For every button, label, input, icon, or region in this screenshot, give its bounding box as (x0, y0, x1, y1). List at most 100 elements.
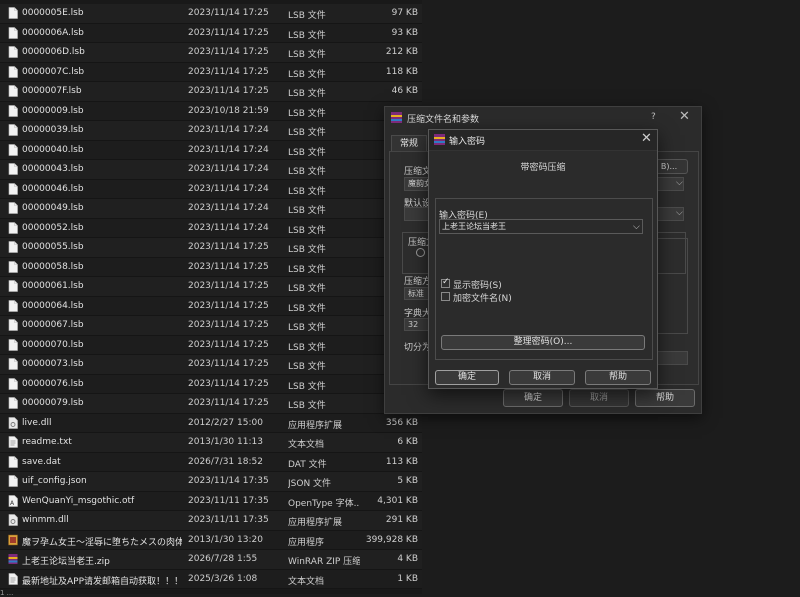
file-type: OpenType 字体... (288, 498, 360, 509)
file-row[interactable]: live.dll 2012/2/27 15:00 应用程序扩展 356 KB (0, 413, 422, 433)
file-row[interactable]: 0000005E.lsb 2023/11/14 17:25 LSB 文件 97 KB (0, 4, 422, 24)
tab-general[interactable]: 常规 (391, 135, 427, 152)
file-icon (8, 221, 18, 234)
file-type: LSB 文件 (288, 89, 326, 99)
split-volumes-label: 切分为 (404, 343, 432, 353)
file-row[interactable]: 00000067.lsb 2023/11/14 17:25 LSB 文件 (0, 316, 422, 336)
file-name: 00000055.lsb (22, 242, 84, 252)
file-row[interactable]: 上老王论坛当老王.zip 2026/7/28 1:55 WinRAR ZIP 压缩.… (0, 550, 422, 570)
file-row[interactable]: 00000079.lsb 2023/11/14 17:25 LSB 文件 (0, 394, 422, 414)
font-file-icon: A (8, 494, 18, 507)
file-row[interactable]: 00000073.lsb 2023/11/14 17:25 LSB 文件 (0, 355, 422, 375)
file-name: winmm.dll (22, 515, 69, 525)
password-help-button[interactable]: 帮助 (585, 370, 651, 385)
file-type: LSB 文件 (288, 147, 326, 158)
file-size: 113 KB (385, 456, 418, 467)
archive-dialog-titlebar[interactable]: 压缩文件名和参数 ? ✕ (385, 107, 701, 129)
file-row[interactable]: 00000009.lsb 2023/10/18 21:59 LSB 文件 (0, 101, 422, 121)
archive-help-button[interactable]: 帮助 (635, 389, 695, 407)
file-size: 118 KB (385, 66, 418, 77)
file-type: 应用程序扩展 (288, 518, 343, 528)
file-icon (8, 202, 18, 214)
file-name: 00000039.lsb (22, 125, 84, 135)
file-date: 2025/3/26 1:08 (188, 573, 258, 584)
file-name: live.dll (22, 417, 52, 428)
file-row[interactable]: 00000055.lsb 2023/11/14 17:25 LSB 文件 (0, 238, 422, 258)
file-row[interactable]: uif_config.json 2023/11/14 17:35 JSON 文件 5 … (0, 472, 422, 492)
file-row[interactable]: 00000040.lsb 2023/11/14 17:24 LSB 文件 (0, 140, 422, 160)
file-type: LSB 文件 (288, 225, 326, 236)
file-size: 4,301 KB (377, 495, 418, 506)
file-name: 00000058.lsb (22, 261, 84, 272)
file-row[interactable]: 00000061.lsb 2023/11/14 17:25 LSB 文件 (0, 277, 422, 297)
format-radio[interactable] (416, 248, 425, 257)
file-date: 2013/1/30 11:13 (188, 437, 263, 447)
compression-method-select[interactable]: 标准 (404, 287, 430, 300)
password-ok-button[interactable]: 确定 (435, 370, 499, 385)
file-date: 2026/7/28 1:55 (188, 554, 258, 564)
file-type: 应用程序扩展 (288, 420, 343, 431)
file-icon (8, 182, 18, 195)
file-row[interactable]: 00000070.lsb 2023/11/14 17:25 LSB 文件 (0, 335, 422, 355)
file-row[interactable]: 0000006D.lsb 2023/11/14 17:25 LSB 文件 212 KB (0, 43, 422, 63)
file-row[interactable]: 00000046.lsb 2023/11/14 17:24 LSB 文件 (0, 179, 422, 199)
file-icon (8, 358, 18, 370)
file-type: LSB 文件 (288, 323, 326, 333)
archive-cancel-button[interactable]: 取消 (569, 389, 629, 407)
file-row[interactable]: 0000006A.lsb 2023/11/14 17:25 LSB 文件 93 KB (0, 23, 422, 43)
chevron-down-icon[interactable]: ⌵ (676, 208, 683, 218)
file-row[interactable]: 00000052.lsb 2023/11/14 17:24 LSB 文件 (0, 218, 422, 238)
file-name: 0000006A.lsb (22, 27, 84, 38)
file-row[interactable]: 0000007F.lsb 2023/11/14 17:25 LSB 文件 46 KB (0, 82, 422, 102)
file-row[interactable]: winmm.dll 2023/11/11 17:35 应用程序扩展 291 KB (0, 511, 422, 531)
file-row[interactable]: 00000058.lsb 2023/11/14 17:25 LSB 文件 (0, 257, 422, 277)
organize-passwords-button[interactable]: 整理密码(O)... (441, 335, 645, 350)
file-row[interactable]: 最新地址及APP请发邮箱自动获取！！！... 2025/3/26 1:08 文本文档… (0, 569, 422, 589)
file-date: 2023/11/14 17:24 (188, 125, 269, 135)
enter-password-dialog: 输入密码 ✕ 带密码压缩 输入密码(E) ⌵ 显示密码(S) 加密文件名(N) … (428, 129, 658, 389)
file-date: 2023/11/11 17:35 (188, 515, 269, 525)
file-icon (8, 163, 18, 175)
chevron-down-icon[interactable]: ⌵ (676, 178, 683, 188)
file-row[interactable]: 00000049.lsb 2023/11/14 17:24 LSB 文件 (0, 199, 422, 219)
file-date: 2023/11/14 17:25 (188, 242, 269, 252)
file-date: 2023/11/14 17:24 (188, 183, 269, 194)
file-row[interactable]: A WenQuanYi_msgothic.otf 2023/11/11 17:35 O… (0, 491, 422, 511)
close-icon[interactable]: ✕ (641, 131, 652, 146)
file-row[interactable]: 00000076.lsb 2023/11/14 17:25 LSB 文件 (0, 374, 422, 394)
file-icon (8, 85, 18, 97)
file-list: 0000005E.lsb 2023/11/14 17:25 LSB 文件 97 KB 0… (0, 0, 422, 594)
file-name: 00000070.lsb (22, 339, 84, 350)
password-input[interactable] (439, 219, 643, 234)
chevron-down-icon[interactable]: ⌵ (633, 222, 640, 232)
file-date: 2023/11/14 17:25 (188, 261, 269, 272)
file-row[interactable]: readme.txt 2013/1/30 11:13 文本文档 6 KB (0, 433, 422, 453)
file-size: 6 KB (397, 437, 418, 447)
file-row[interactable]: 00000039.lsb 2023/11/14 17:24 LSB 文件 (0, 121, 422, 141)
show-password-checkbox[interactable] (441, 277, 450, 288)
file-date: 2023/11/14 17:25 (188, 8, 269, 18)
file-date: 2023/11/14 17:25 (188, 300, 269, 311)
archive-name-label: 压缩文 (404, 167, 432, 177)
password-cancel-button[interactable]: 取消 (509, 370, 575, 385)
file-row[interactable]: 魔ヲ孕ム女王～淫辱に堕ちたメスの肉体... 2013/1/30 13:20 应用程序… (0, 530, 422, 550)
file-name: 上老王论坛当老王.zip (22, 557, 110, 567)
dictionary-size-select[interactable]: 32 (404, 318, 430, 331)
encrypt-file-names-label: 加密文件名(N) (453, 294, 512, 304)
archive-ok-button[interactable]: 确定 (503, 389, 563, 407)
file-name: 00000049.lsb (22, 203, 84, 213)
dll-icon (8, 416, 18, 429)
encrypt-file-names-checkbox[interactable] (441, 292, 450, 301)
file-row[interactable]: 0000007C.lsb 2023/11/14 17:25 LSB 文件 118 KB (0, 62, 422, 82)
file-row[interactable]: 00000064.lsb 2023/11/14 17:25 LSB 文件 (0, 296, 422, 316)
file-type: LSB 文件 (288, 362, 326, 372)
password-dialog-titlebar[interactable]: 输入密码 ✕ (429, 130, 657, 151)
close-icon[interactable]: ✕ (679, 109, 690, 124)
file-icon (8, 475, 18, 487)
file-row[interactable]: 00000043.lsb 2023/11/14 17:24 LSB 文件 (0, 160, 422, 180)
file-size: 97 KB (391, 8, 418, 18)
help-icon[interactable]: ? (651, 112, 656, 122)
file-icon (8, 319, 18, 331)
file-row[interactable]: save.dat 2026/7/31 18:52 DAT 文件 113 KB (0, 452, 422, 472)
file-icon (8, 260, 18, 273)
